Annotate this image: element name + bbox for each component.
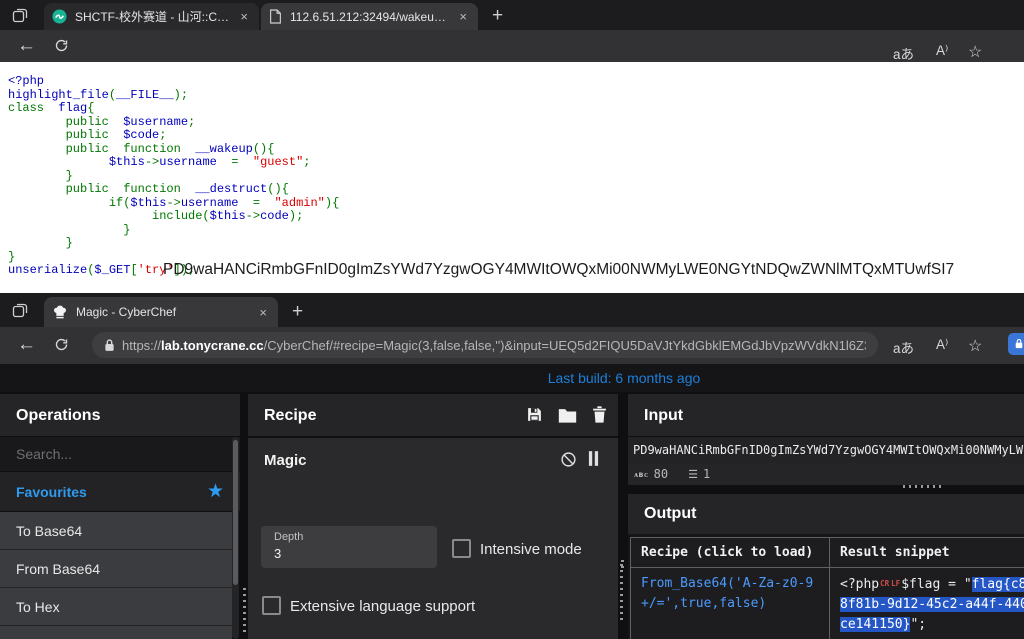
screen: SHCTF-校外赛道 - 山河::CTF × 112.6.51.212:3249… [0, 0, 1024, 639]
bottom-tab-bar: Magic - CyberChef × + [0, 293, 1024, 327]
last-build-link[interactable]: Last build: 6 months ago [548, 370, 701, 386]
operations-scrollbar[interactable] [232, 437, 239, 639]
tab-close-icon[interactable]: × [456, 9, 470, 24]
tab-close-icon[interactable]: × [237, 9, 251, 24]
back-button[interactable]: ← [17, 36, 36, 55]
input-output-gutter[interactable] [903, 485, 943, 488]
result-snippet-cell: <?phpCRLF$flag = "flag{c808f81b-9d12-45c… [830, 568, 1024, 639]
url-scheme: https:// [122, 338, 161, 353]
cyberchef-app: Operations Favourites ★ To Base64From Ba… [0, 392, 1024, 639]
recipe-cell[interactable]: From_Base64('A-Za-z0-9+/=',true,false) [631, 568, 830, 639]
depth-input[interactable] [274, 546, 432, 561]
output-header: Output [628, 494, 1024, 534]
build-banner: Last build: 6 months ago [0, 364, 1024, 392]
magic-results-table: Recipe (click to load) Result snippet Fr… [630, 537, 1024, 639]
address-bar[interactable]: https://lab.tonycrane.cc/CyberChef/#reci… [92, 332, 878, 358]
lf-badge: LF [891, 579, 900, 588]
operations-title: Operations [16, 407, 100, 425]
tab-title: SHCTF-校外赛道 - 山河::CTF [75, 8, 229, 25]
operations-header: Operations [0, 394, 240, 436]
read-aloud-icon[interactable]: A⁾ [936, 337, 948, 353]
star-icon[interactable]: ★ [207, 480, 224, 503]
back-button[interactable]: ← [17, 335, 36, 354]
tab-title: 112.6.51.212:32494/wakeup.php [290, 10, 448, 24]
cr-badge: CR [880, 579, 889, 588]
refresh-button[interactable] [54, 337, 69, 352]
refresh-button[interactable] [54, 38, 69, 53]
tab-title: Magic - CyberChef [76, 305, 248, 319]
favourites-category[interactable]: Favourites ★ [0, 472, 240, 511]
magic-result-row[interactable]: From_Base64('A-Za-z0-9+/=',true,false) <… [631, 568, 1024, 639]
favorites-star-icon[interactable]: ☆ [968, 336, 982, 356]
save-recipe-icon[interactable] [526, 406, 543, 423]
browser-essentials-icon[interactable] [1008, 333, 1024, 355]
breakpoint-pause-icon[interactable] [588, 451, 599, 466]
cyberchef-tab[interactable]: Magic - CyberChef × [44, 297, 278, 327]
favorites-star-icon[interactable]: ☆ [968, 42, 982, 62]
top-tab-shctf[interactable]: SHCTF-校外赛道 - 山河::CTF × [44, 3, 259, 30]
new-tab-button[interactable]: + [492, 5, 503, 27]
extensive-language-checkbox[interactable] [262, 596, 281, 615]
url-host: lab.tonycrane.cc [161, 338, 264, 353]
wakeup-page-content: <?phphighlight_file(__FILE__);class flag… [0, 62, 1024, 293]
bottom-nav-bar: ← https://lab.tonycrane.cc/CyberChef/#re… [0, 327, 1024, 364]
disable-op-icon[interactable] [560, 451, 577, 468]
url-text[interactable]: https://lab.tonycrane.cc/CyberChef/#reci… [122, 338, 866, 353]
char-count-icon: ᴀʙᴄ [634, 470, 649, 479]
top-nav-bar: ← 不安全 | 112.6.51.212:32494/wakeup.php?tr… [0, 30, 1024, 62]
operation-item[interactable]: To Base64 [0, 512, 232, 550]
workspaces-icon[interactable] [12, 302, 28, 318]
line-count: ☰1 [688, 467, 710, 481]
translate-icon[interactable]: aあ [893, 337, 914, 357]
top-tab-wakeup[interactable]: 112.6.51.212:32494/wakeup.php × [261, 3, 478, 30]
input-status-bar: ᴀʙᴄ80 ☰1 [628, 463, 1024, 485]
operation-item[interactable]: To Hex [0, 588, 232, 626]
recipe-title: Recipe [264, 407, 316, 425]
new-tab-button[interactable]: + [292, 301, 303, 323]
gutter-dots-extra[interactable] [621, 560, 624, 568]
load-recipe-folder-icon[interactable] [558, 408, 577, 423]
favourites-label: Favourites [16, 484, 87, 500]
recipe-header: Recipe [248, 394, 618, 436]
char-count: ᴀʙᴄ80 [634, 467, 668, 481]
recipe-column-header: Recipe (click to load) [631, 538, 830, 568]
base64-output-text: PD9waHANCiRmbGFnID0gImZsYWd7YzgwOGY4MWIt… [163, 261, 954, 279]
read-aloud-icon[interactable]: A⁾ [936, 43, 948, 59]
input-editor[interactable]: PD9waHANCiRmbGFnID0gImZsYWd7YzgwOGY4MWIt… [628, 437, 1024, 463]
input-title: Input [644, 407, 683, 425]
operation-item[interactable]: From Base64 [0, 550, 232, 588]
operations-recipe-gutter[interactable] [243, 588, 246, 636]
extensive-language-label: Extensive language support [290, 598, 475, 615]
shctf-favicon [52, 9, 67, 24]
operations-search[interactable] [0, 437, 240, 471]
top-tab-bar: SHCTF-校外赛道 - 山河::CTF × 112.6.51.212:3249… [0, 0, 1024, 30]
operations-list: To Base64From Base64To HexFrom Hex [0, 512, 232, 639]
search-input[interactable] [0, 437, 240, 471]
depth-arg[interactable]: Depth [261, 526, 437, 568]
lock-icon [104, 338, 115, 352]
translate-icon[interactable]: aあ [893, 43, 914, 63]
result-column-header: Result snippet [830, 538, 1024, 568]
recipe-io-gutter[interactable] [620, 564, 623, 624]
depth-label: Depth [274, 531, 303, 543]
php-code: <?phphighlight_file(__FILE__);class flag… [8, 75, 339, 278]
intensive-mode-label: Intensive mode [480, 541, 582, 558]
workspaces-icon[interactable] [12, 7, 28, 23]
line-count-icon: ☰ [688, 468, 698, 481]
intensive-mode-checkbox[interactable] [452, 539, 471, 558]
magic-operation-card[interactable]: Magic Depth Intensive mode Extensive lan… [248, 438, 618, 639]
url-rest: /CyberChef/#recipe=Magic(3,false,false,'… [264, 338, 866, 353]
operation-item[interactable]: From Hex [0, 626, 232, 639]
page-favicon [269, 9, 282, 24]
results-header-row: Recipe (click to load) Result snippet [631, 538, 1024, 568]
scrollbar-thumb[interactable] [233, 440, 238, 585]
output-area: Recipe (click to load) Result snippet Fr… [628, 534, 1024, 639]
clear-recipe-trash-icon[interactable] [592, 406, 607, 423]
chef-hat-favicon [52, 305, 68, 319]
magic-op-title: Magic [264, 452, 307, 469]
tab-close-icon[interactable]: × [256, 305, 270, 320]
input-text[interactable]: PD9waHANCiRmbGFnID0gImZsYWd7YzgwOGY4MWIt… [633, 443, 1024, 457]
output-title: Output [644, 505, 696, 523]
input-header: Input [628, 394, 1024, 436]
